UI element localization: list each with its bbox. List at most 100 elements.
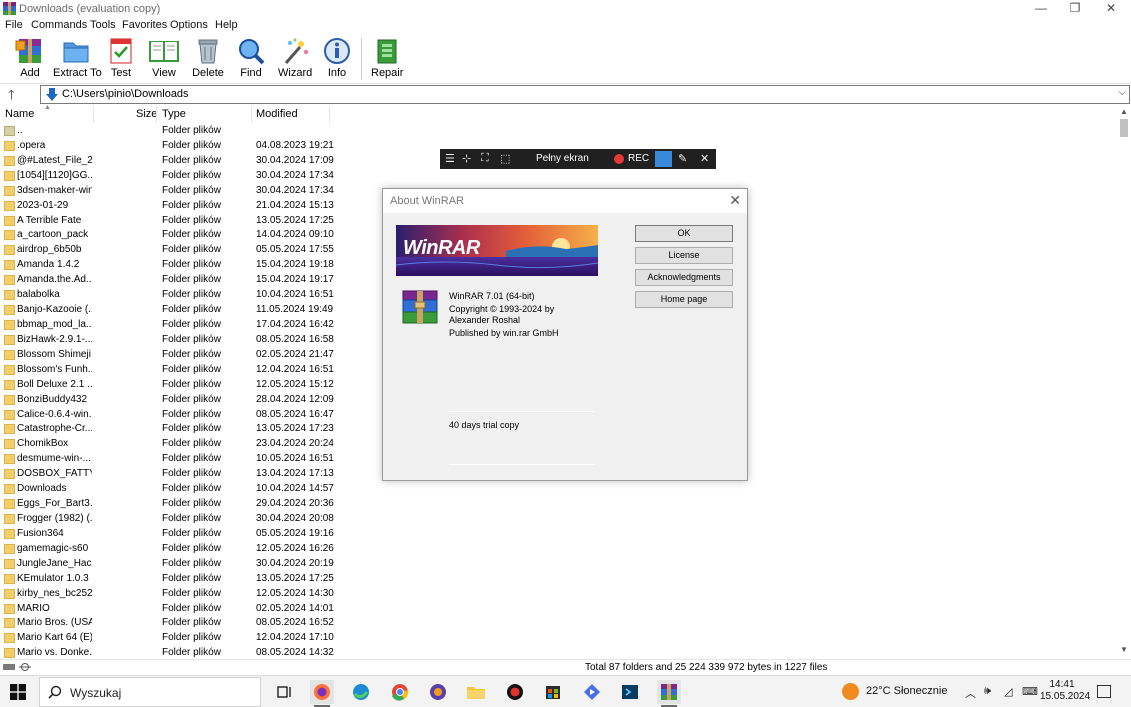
menu-commands[interactable]: Commands bbox=[31, 19, 87, 31]
volume-icon[interactable]: 🕪 bbox=[984, 685, 991, 698]
fullscreen-label[interactable]: Pełny ekran bbox=[536, 153, 589, 164]
file-row[interactable]: desmume-win-... Folder plików 10.05.2024 1… bbox=[0, 452, 334, 467]
rec-label[interactable]: REC bbox=[628, 153, 649, 164]
restore-button[interactable]: ❐ bbox=[1057, 0, 1093, 18]
file-row[interactable]: MARIO Folder plików 02.05.2024 14:01 bbox=[0, 602, 334, 617]
delete-button[interactable]: Delete bbox=[192, 37, 224, 81]
record-app-icon[interactable] bbox=[503, 680, 527, 704]
menu-icon[interactable]: ☰ bbox=[445, 152, 455, 165]
weather-sun-icon[interactable] bbox=[842, 683, 859, 700]
file-row[interactable]: Fusion364 Folder plików 05.05.2024 19:16 bbox=[0, 527, 334, 542]
file-row[interactable]: 3dsen-maker-win Folder plików 30.04.2024 1… bbox=[0, 184, 334, 199]
chrome-icon[interactable] bbox=[388, 680, 412, 704]
view-button[interactable]: View bbox=[146, 37, 182, 81]
menu-file[interactable]: File bbox=[5, 19, 23, 31]
menu-help[interactable]: Help bbox=[215, 19, 238, 31]
file-row[interactable]: JungleJane_Hack Folder plików 30.04.2024 2… bbox=[0, 557, 334, 572]
column-divider[interactable] bbox=[251, 106, 252, 123]
file-row[interactable]: BizHawk-2.9.1-... Folder plików 08.05.2024… bbox=[0, 333, 334, 348]
firefox-icon[interactable] bbox=[310, 680, 334, 707]
license-button[interactable]: License bbox=[635, 247, 733, 264]
wizard-button[interactable]: Wizard bbox=[278, 37, 312, 81]
network-icon[interactable]: ◿ bbox=[1004, 685, 1012, 698]
file-row[interactable]: Downloads Folder plików 10.04.2024 14:57 bbox=[0, 482, 334, 497]
file-row[interactable]: Boll Deluxe 2.1 ... Folder plików 12.05.20… bbox=[0, 378, 334, 393]
file-row[interactable]: .opera Folder plików 04.08.2023 19:21 bbox=[0, 139, 334, 154]
file-row[interactable]: balabolka Folder plików 10.04.2024 16:51 bbox=[0, 288, 334, 303]
menu-options[interactable]: Options bbox=[170, 19, 208, 31]
file-row[interactable]: BonziBuddy432 Folder plików 28.04.2024 12:… bbox=[0, 393, 334, 408]
file-row[interactable]: Calice-0.6.4-win... Folder plików 08.05.20… bbox=[0, 408, 334, 423]
scroll-up-icon[interactable]: ▲ bbox=[1120, 107, 1128, 116]
file-row[interactable]: Blossom Shimeji Folder plików 02.05.2024 2… bbox=[0, 348, 334, 363]
info-button[interactable]: Info bbox=[323, 37, 351, 81]
column-divider[interactable] bbox=[329, 106, 330, 123]
dialog-close-icon[interactable]: ✕ bbox=[729, 192, 741, 209]
store-icon[interactable] bbox=[541, 680, 565, 704]
record-dot-icon[interactable] bbox=[614, 154, 624, 164]
close-button[interactable]: ✕ bbox=[1093, 0, 1129, 18]
file-row[interactable]: Banjo-Kazooie (... Folder plików 11.05.202… bbox=[0, 303, 333, 318]
terminal-download-icon[interactable] bbox=[618, 680, 642, 704]
ok-button[interactable]: OK bbox=[635, 225, 733, 242]
file-row[interactable]: Frogger (1982) (... Folder plików 30.04.20… bbox=[0, 512, 334, 527]
file-row[interactable]: KEmulator 1.0.3 ... Folder plików 13.05.20… bbox=[0, 572, 334, 587]
menu-tools[interactable]: Tools bbox=[90, 19, 116, 31]
weather-text[interactable]: 22°C Słonecznie bbox=[866, 685, 947, 697]
file-row[interactable]: DOSBOX_FATTY... Folder plików 13.04.2024 1… bbox=[0, 467, 334, 482]
file-explorer-icon[interactable] bbox=[464, 680, 488, 704]
taskbar-search[interactable]: Wyszukaj bbox=[39, 677, 261, 707]
notification-icon[interactable] bbox=[1097, 685, 1111, 698]
task-view-icon[interactable] bbox=[272, 680, 296, 704]
file-row[interactable]: A Terrible Fate Folder plików 13.05.2024 1… bbox=[0, 214, 334, 229]
file-row[interactable]: 2023-01-29 Folder plików 21.04.2024 15:13 bbox=[0, 199, 334, 214]
column-modified[interactable]: Modified bbox=[256, 108, 298, 120]
test-button[interactable]: Test bbox=[106, 37, 136, 81]
column-divider[interactable] bbox=[93, 106, 94, 123]
file-row[interactable]: Catastrophe-Cr... Folder plików 13.05.2024… bbox=[0, 422, 334, 437]
column-name[interactable]: Name bbox=[5, 108, 34, 120]
repair-button[interactable]: Repair bbox=[371, 37, 403, 81]
file-row[interactable]: kirby_nes_bc252 Folder plików 12.05.2024 1… bbox=[0, 587, 334, 602]
minimize-button[interactable]: — bbox=[1023, 0, 1059, 18]
file-row[interactable]: Mario Kart 64 (E)... Folder plików 12.04.2… bbox=[0, 631, 334, 646]
file-row[interactable]: Mario Bros. (USA) Folder plików 08.05.2024… bbox=[0, 616, 334, 631]
winrar-taskbar-icon[interactable] bbox=[657, 680, 681, 707]
menu-favorites[interactable]: Favorites bbox=[122, 19, 167, 31]
media-player-icon[interactable] bbox=[580, 680, 604, 704]
windows-start-icon[interactable] bbox=[10, 684, 26, 700]
column-size[interactable]: Size bbox=[136, 108, 157, 120]
file-row[interactable]: .. Folder plików bbox=[0, 124, 330, 139]
system-clock[interactable]: 14:41 15.05.2024 bbox=[1040, 679, 1090, 703]
scroll-down-icon[interactable]: ▼ bbox=[1120, 645, 1128, 654]
crop-icon[interactable]: ⬚ bbox=[500, 152, 510, 165]
file-row[interactable]: [1054][1120]GG... Folder plików 30.04.2024… bbox=[0, 169, 334, 184]
file-row[interactable]: bbmap_mod_la... Folder plików 17.04.2024 1… bbox=[0, 318, 334, 333]
file-row[interactable]: Amanda 1.4.2 Folder plików 15.04.2024 19:1… bbox=[0, 258, 334, 273]
file-row[interactable]: gamemagic-s60 Folder plików 12.05.2024 16:… bbox=[0, 542, 334, 557]
add-button[interactable]: Add bbox=[13, 37, 47, 81]
file-row[interactable]: a_cartoon_pack Folder plików 14.04.2024 09… bbox=[0, 228, 334, 243]
acknowledgments-button[interactable]: Acknowledgments bbox=[635, 269, 733, 286]
chevron-down-icon[interactable]: ⌵ bbox=[1118, 87, 1126, 98]
move-icon[interactable]: ⊹ bbox=[462, 152, 471, 165]
column-type[interactable]: Type bbox=[162, 108, 186, 120]
scroll-thumb[interactable] bbox=[1120, 119, 1128, 137]
vertical-scrollbar[interactable]: ▲ ▼ bbox=[1117, 105, 1131, 657]
file-row[interactable]: Eggs_For_Bart3... Folder plików 29.04.2024… bbox=[0, 497, 334, 512]
drive-icon[interactable] bbox=[3, 663, 31, 672]
find-button[interactable]: Find bbox=[236, 37, 266, 81]
region-select-icon[interactable]: ⛶ bbox=[481, 152, 489, 165]
column-divider[interactable] bbox=[156, 106, 157, 123]
file-row[interactable]: @#Latest_File_2... Folder plików 30.04.202… bbox=[0, 154, 334, 169]
language-icon[interactable]: ⌨ bbox=[1022, 685, 1038, 698]
file-row[interactable]: ChomikBox Folder plików 23.04.2024 20:24 bbox=[0, 437, 334, 452]
home-page-button[interactable]: Home page bbox=[635, 291, 733, 308]
file-row[interactable]: Amanda.the.Ad... Folder plików 15.04.2024 … bbox=[0, 273, 334, 288]
brave-icon[interactable] bbox=[426, 680, 450, 704]
path-field[interactable]: C:\Users\pinio\Downloads ⌵ bbox=[40, 85, 1130, 104]
close-icon[interactable]: ✕ bbox=[700, 152, 709, 165]
up-arrow-icon[interactable]: 🡑 bbox=[8, 86, 24, 102]
edge-icon[interactable] bbox=[349, 680, 373, 704]
file-row[interactable]: Blossom's Funh... Folder plików 12.04.2024… bbox=[0, 363, 334, 378]
